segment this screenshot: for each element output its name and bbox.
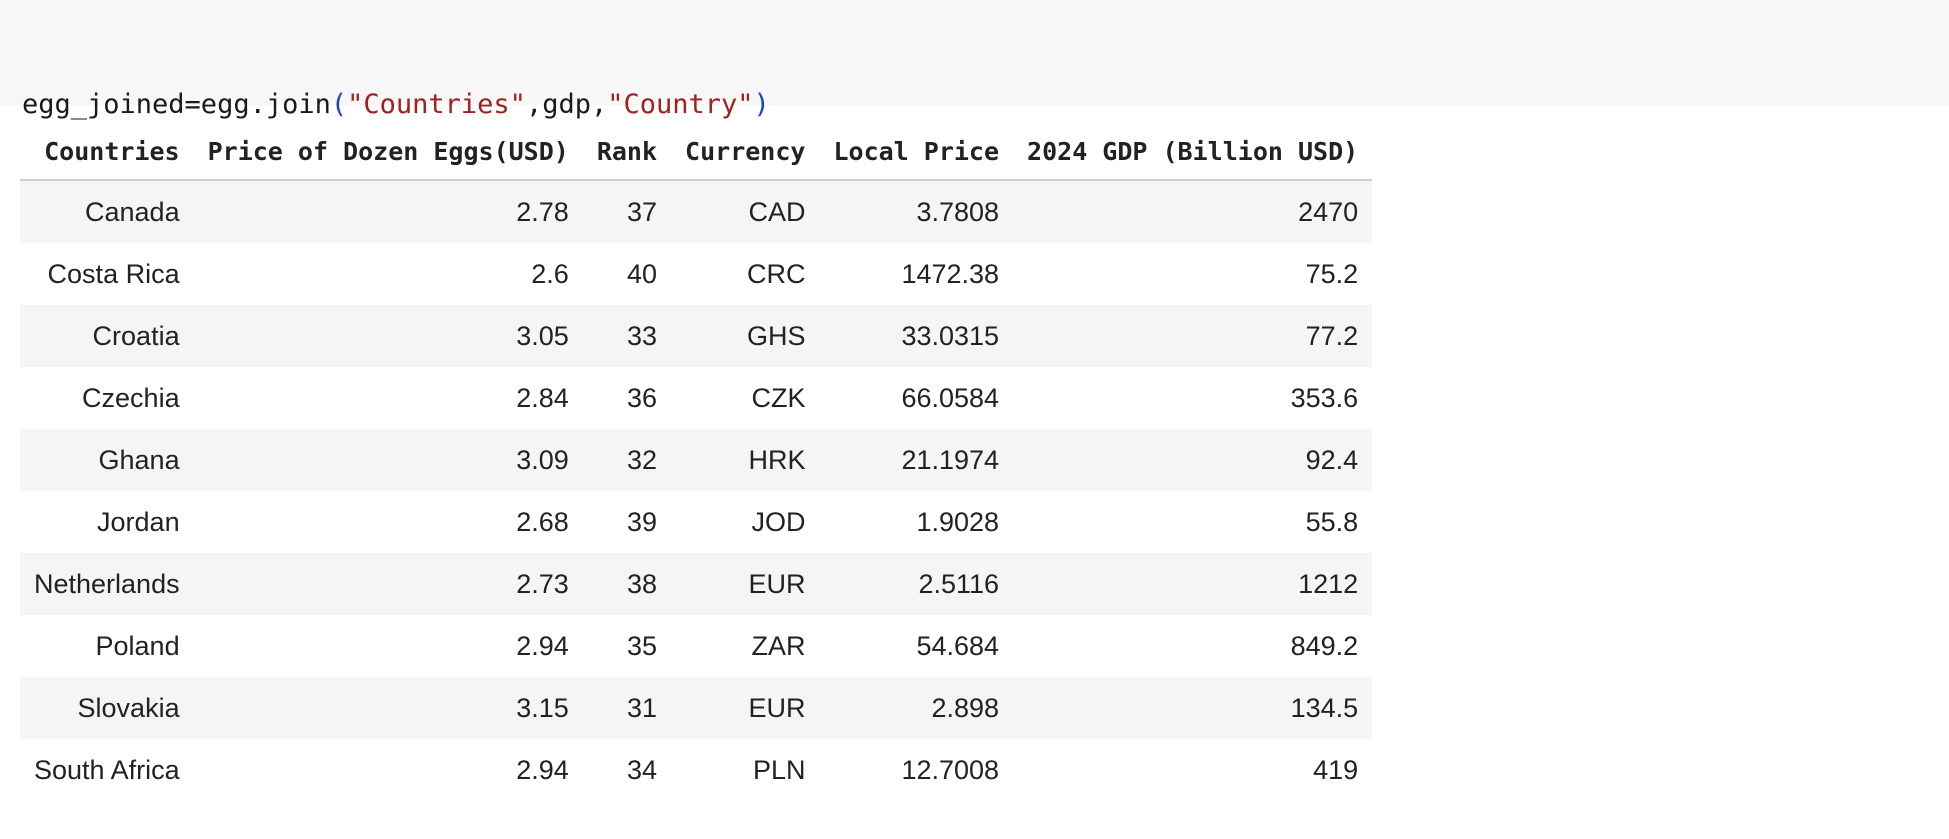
table-cell: 39 [582,491,672,553]
table-cell: 31 [582,677,672,739]
table-cell: 34 [582,739,672,801]
table-cell: Costa Rica [20,243,194,305]
column-header: Countries [20,123,194,181]
table-row: Slovakia 3.15 31 EUR 2.898 134.5 [20,677,1373,739]
table-cell: Poland [20,615,194,677]
table-row: Canada 2.78 37 CAD 3.7808 2470 [20,180,1373,243]
table-cell: EUR [671,677,820,739]
table-cell: Croatia [20,305,194,367]
table-cell: 134.5 [1013,677,1373,739]
table-cell: 40 [582,243,672,305]
table-cell: 92.4 [1013,429,1373,491]
column-header: Price of Dozen Eggs(USD) [193,123,583,181]
table-cell: HRK [671,429,820,491]
table-row: Netherlands 2.73 38 EUR 2.5116 1212 [20,553,1373,615]
table-cell: 1.9028 [819,491,1014,553]
table-cell: 37 [582,180,672,243]
table-cell: GHS [671,305,820,367]
table-cell: 2.94 [193,615,583,677]
table-cell: Slovakia [20,677,194,739]
column-header: Rank [582,123,672,181]
dataframe-table: Countries Price of Dozen Eggs(USD) Rank … [20,123,1373,801]
table-cell: 21.1974 [819,429,1014,491]
table-row: Costa Rica 2.6 40 CRC 1472.38 75.2 [20,243,1373,305]
table-cell: 12.7008 [819,739,1014,801]
table-cell: PLN [671,739,820,801]
table-row: Poland 2.94 35 ZAR 54.684 849.2 [20,615,1373,677]
table-cell: 35 [582,615,672,677]
column-header: 2024 GDP (Billion USD) [1013,123,1373,181]
table-cell: Canada [20,180,194,243]
table-cell: 2.68 [193,491,583,553]
table-cell: CZK [671,367,820,429]
table-cell: 33 [582,305,672,367]
table-cell: 3.09 [193,429,583,491]
table-cell: EUR [671,553,820,615]
column-header: Currency [671,123,820,181]
table-body: Canada 2.78 37 CAD 3.7808 2470 Costa Rica 2.6 40… [20,180,1373,801]
code-string: "Countries" [347,89,526,120]
code-string: "Country" [607,89,754,120]
table-cell: 36 [582,367,672,429]
table-cell: 66.0584 [819,367,1014,429]
table-header: Countries Price of Dozen Eggs(USD) Rank … [20,123,1373,181]
table-cell: South Africa [20,739,194,801]
table-cell: 2.94 [193,739,583,801]
code-cell[interactable]: egg_joined=egg.join("Countries",gdp,"Cou… [0,0,1949,237]
table-cell: Jordan [20,491,194,553]
table-cell: ZAR [671,615,820,677]
code-text: ,gdp, [525,89,608,120]
table-cell: 55.8 [1013,491,1373,553]
column-header: Local Price [819,123,1014,181]
table-row: Czechia 2.84 36 CZK 66.0584 353.6 [20,367,1373,429]
table-cell: 3.7808 [819,180,1014,243]
table-cell: CRC [671,243,820,305]
table-cell: 2.6 [193,243,583,305]
table-cell: Ghana [20,429,194,491]
table-cell: 33.0315 [819,305,1014,367]
table-cell: 54.684 [819,615,1014,677]
code-paren: ( [330,89,348,120]
table-cell: 1472.38 [819,243,1014,305]
table-cell: 2.73 [193,553,583,615]
table-cell: JOD [671,491,820,553]
table-cell: 419 [1013,739,1373,801]
table-cell: 2.84 [193,367,583,429]
table-cell: 1212 [1013,553,1373,615]
code-text: egg_joined=egg.join [22,89,331,120]
table-cell: Czechia [20,367,194,429]
table-cell: 3.15 [193,677,583,739]
table-row: Jordan 2.68 39 JOD 1.9028 55.8 [20,491,1373,553]
table-cell: 2470 [1013,180,1373,243]
table-row: South Africa 2.94 34 PLN 12.7008 419 [20,739,1373,801]
table-row: Ghana 3.09 32 HRK 21.1974 92.4 [20,429,1373,491]
table-cell: 353.6 [1013,367,1373,429]
table-row: Croatia 3.05 33 GHS 33.0315 77.2 [20,305,1373,367]
table-cell: 38 [582,553,672,615]
table-cell: 75.2 [1013,243,1373,305]
table-cell: 2.78 [193,180,583,243]
table-cell: 32 [582,429,672,491]
table-cell: 77.2 [1013,305,1373,367]
code-paren: ) [753,89,770,120]
table-cell: 2.5116 [819,553,1014,615]
table-cell: 3.05 [193,305,583,367]
cell-output: Countries Price of Dozen Eggs(USD) Rank … [20,123,1373,801]
header-row: Countries Price of Dozen Eggs(USD) Rank … [20,123,1373,181]
table-cell: CAD [671,180,820,243]
table-cell: 849.2 [1013,615,1373,677]
table-cell: 2.898 [819,677,1014,739]
table-cell: Netherlands [20,553,194,615]
code-line-1: egg_joined=egg.join("Countries",gdp,"Cou… [22,85,1949,124]
